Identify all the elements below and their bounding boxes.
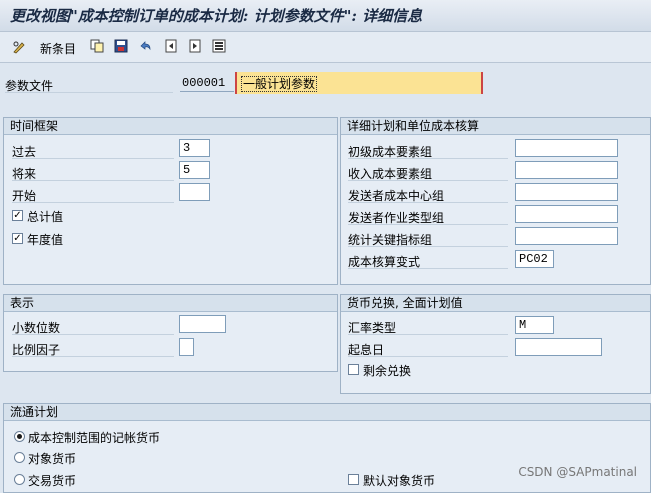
flow-planning-group: 流通计划: [3, 403, 651, 493]
sender-cc-underline: [348, 202, 508, 203]
total-value-label: 总计值: [27, 210, 64, 224]
prev-entry-icon[interactable]: [164, 39, 178, 53]
currency-group: 货币兑换, 全面计划值: [340, 294, 651, 394]
save-icon[interactable]: [114, 39, 128, 53]
scale-factor-input[interactable]: [179, 338, 194, 356]
pencil-glasses-icon[interactable]: [12, 40, 26, 54]
sender-at-underline: [348, 224, 508, 225]
remaining-translation-checkbox[interactable]: [348, 364, 359, 375]
timeframe-group: 时间框架: [3, 117, 338, 285]
exchange-rate-type-input[interactable]: M: [515, 316, 554, 334]
co-area-currency-label: 成本控制范围的记帐货币: [28, 431, 161, 445]
past-underline: [12, 158, 174, 159]
timeframe-group-title: 时间框架: [4, 118, 337, 135]
param-file-description: 一般计划参数: [241, 76, 318, 92]
default-object-currency-label: 默认对象货币: [363, 474, 436, 488]
costing-variant-input[interactable]: PC02: [515, 250, 554, 268]
object-currency-label: 对象货币: [28, 452, 77, 466]
value-date-underline: [348, 356, 508, 357]
decimals-input[interactable]: [179, 315, 226, 333]
watermark-text: CSDN @SAPmatinal: [518, 465, 637, 479]
param-file-description-field[interactable]: 一般计划参数: [235, 72, 483, 94]
start-underline: [12, 202, 174, 203]
co-area-currency-radio[interactable]: [14, 431, 25, 442]
copy-icon[interactable]: [90, 39, 104, 53]
detail-planning-group-title: 详细计划和单位成本核算: [341, 118, 650, 135]
new-entries-button[interactable]: 新条目: [40, 40, 76, 57]
undo-icon[interactable]: [138, 39, 152, 53]
title-bar: 更改视图"成本控制订单的成本计划: 计划参数文件": 详细信息: [0, 0, 651, 32]
sender-cc-group-input[interactable]: [515, 183, 618, 201]
param-file-code[interactable]: 000001: [180, 74, 234, 92]
stat-kf-underline: [348, 246, 508, 247]
param-file-underline: [5, 92, 173, 93]
remaining-translation-label: 剩余兑换: [363, 364, 412, 378]
object-currency-radio[interactable]: [14, 452, 25, 463]
costing-variant-underline: [348, 268, 508, 269]
application-toolbar: 新条目: [0, 32, 651, 63]
annual-value-checkbox[interactable]: ✓: [12, 233, 23, 244]
stat-kf-group-input[interactable]: [515, 227, 618, 245]
transaction-currency-radio[interactable]: [14, 474, 25, 485]
revenue-ce-group-input[interactable]: [515, 161, 618, 179]
sender-at-group-input[interactable]: [515, 205, 618, 223]
revenue-underline: [348, 180, 508, 181]
select-all-icon[interactable]: [212, 39, 226, 53]
default-object-currency-checkbox[interactable]: [348, 474, 359, 485]
primary-ce-group-input[interactable]: [515, 139, 618, 157]
value-date-input[interactable]: [515, 338, 602, 356]
primary-underline: [348, 158, 508, 159]
transaction-currency-label: 交易货币: [28, 474, 77, 488]
display-group-title: 表示: [4, 295, 337, 312]
scale-factor-underline: [12, 356, 174, 357]
future-input[interactable]: 5: [179, 161, 210, 179]
decimals-underline: [12, 334, 174, 335]
flow-planning-group-title: 流通计划: [4, 404, 650, 421]
rate-type-underline: [348, 334, 508, 335]
future-underline: [12, 180, 174, 181]
currency-group-title: 货币兑换, 全面计划值: [341, 295, 650, 312]
past-input[interactable]: 3: [179, 139, 210, 157]
total-value-checkbox[interactable]: ✓: [12, 210, 23, 221]
next-entry-icon[interactable]: [188, 39, 202, 53]
annual-value-label: 年度值: [27, 233, 64, 247]
start-input[interactable]: [179, 183, 210, 201]
page-title: 更改视图"成本控制订单的成本计划: 计划参数文件": 详细信息: [10, 7, 423, 25]
